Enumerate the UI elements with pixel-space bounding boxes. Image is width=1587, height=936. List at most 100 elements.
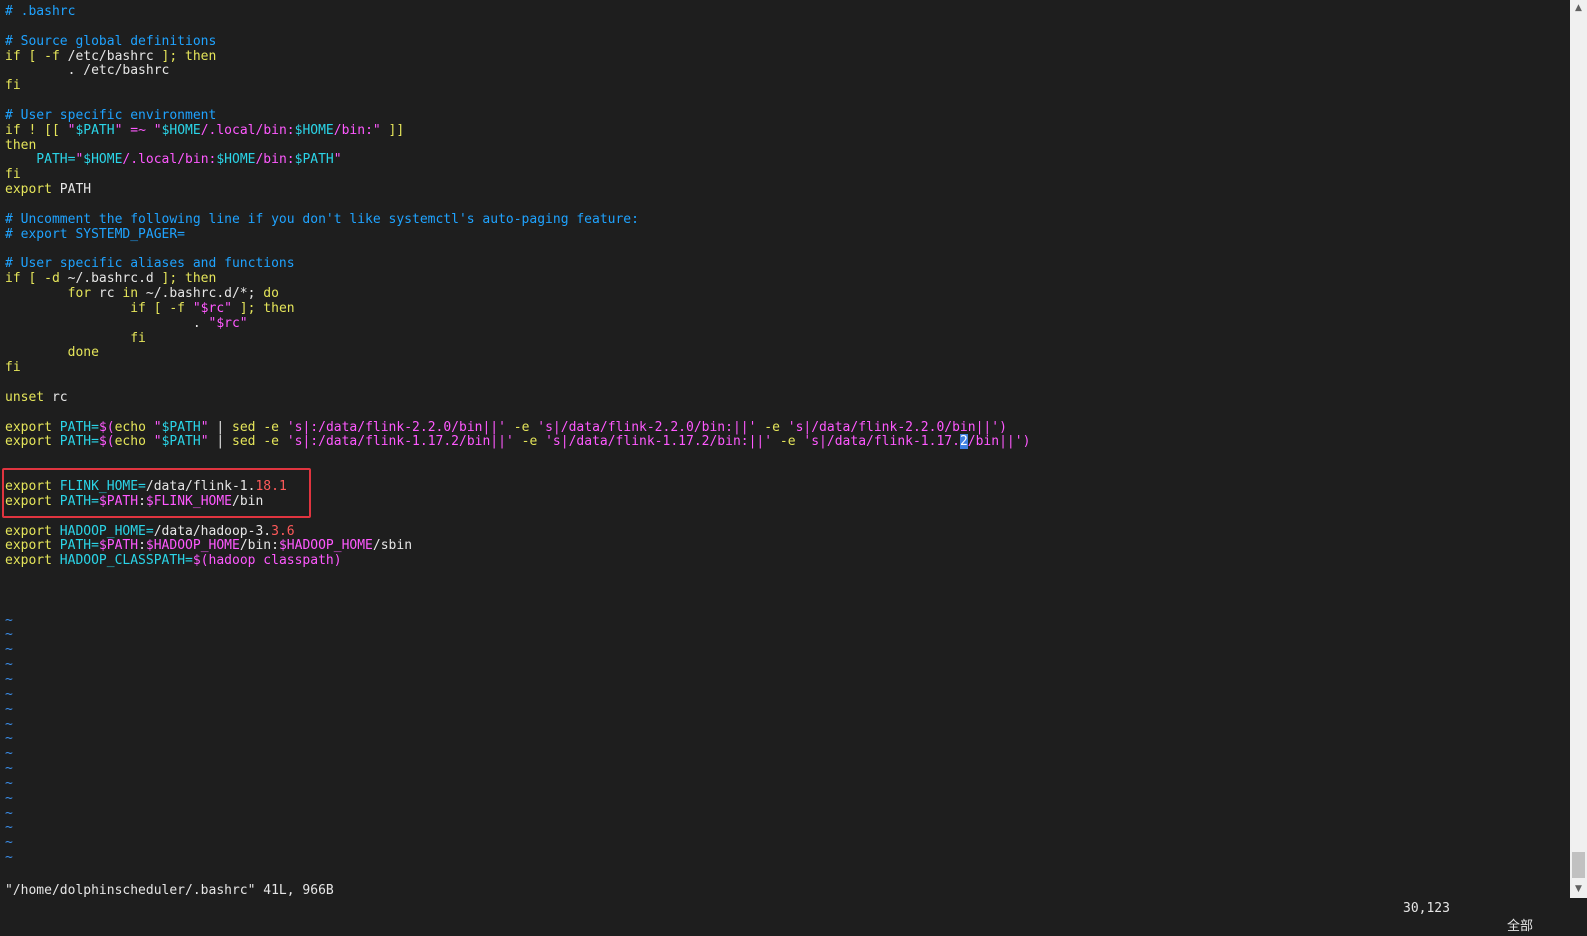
- code-line[interactable]: # Source global definitions: [0, 33, 1550, 50]
- code-line[interactable]: [0, 584, 1550, 599]
- code-line[interactable]: fi: [0, 331, 1550, 347]
- vertical-scrollbar[interactable]: ▲ ▼: [1570, 0, 1587, 898]
- code-token: echo: [114, 419, 154, 435]
- code-token: then: [5, 137, 37, 153]
- empty-line-tilde[interactable]: ~: [0, 642, 1550, 658]
- code-token: ~: [5, 805, 13, 821]
- empty-line-tilde[interactable]: ~: [0, 628, 1550, 643]
- code-line[interactable]: [0, 510, 1550, 525]
- code-token: ~: [5, 657, 13, 673]
- code-token: ": [333, 152, 342, 168]
- code-token: 18.1: [255, 479, 287, 494]
- code-line[interactable]: fi: [0, 360, 1550, 376]
- code-line[interactable]: [0, 465, 1550, 480]
- empty-line-tilde[interactable]: ~: [0, 761, 1550, 777]
- code-line[interactable]: export PATH=$PATH:$FLINK_HOME/bin: [0, 493, 1550, 510]
- code-token: fi: [5, 167, 21, 183]
- code-line[interactable]: # export SYSTEMD_PAGER=: [0, 226, 1550, 243]
- code-line[interactable]: export PATH=$PATH:$HADOOP_HOME/bin:$HADO…: [0, 538, 1550, 554]
- code-token: PATH=: [51, 493, 99, 509]
- code-line[interactable]: [0, 376, 1550, 391]
- code-line[interactable]: export PATH=$(echo "$PATH" | sed -e 's|:…: [0, 419, 1550, 436]
- code-line[interactable]: if [ -d ~/.bashrc.d ]; then: [0, 271, 1550, 287]
- empty-line-tilde[interactable]: ~: [0, 717, 1550, 733]
- code-token: export: [5, 493, 52, 509]
- code-token: # export SYSTEMD_PAGER=: [5, 226, 186, 242]
- empty-line-tilde[interactable]: ~: [0, 835, 1550, 851]
- code-token: ~: [5, 671, 13, 687]
- code-line[interactable]: if [ -f "$rc" ]; then: [0, 301, 1550, 317]
- empty-line-tilde[interactable]: ~: [0, 791, 1550, 807]
- scroll-down-arrow-icon[interactable]: ▼: [1570, 881, 1587, 898]
- code-line[interactable]: # .bashrc: [0, 4, 1550, 20]
- code-line[interactable]: if [ -f /etc/bashrc ]; then: [0, 49, 1550, 65]
- empty-line-tilde[interactable]: ~: [0, 805, 1550, 822]
- code-line[interactable]: [0, 198, 1550, 213]
- code-line[interactable]: [0, 20, 1550, 35]
- code-token: ~: [5, 642, 13, 658]
- code-token: ~/.bashrc.d/*;: [138, 286, 264, 302]
- code-token: /sbin: [372, 538, 413, 554]
- code-token: PATH=: [51, 434, 99, 450]
- code-line[interactable]: . "$rc": [0, 316, 1550, 332]
- code-line[interactable]: [0, 94, 1550, 109]
- code-line[interactable]: [0, 569, 1550, 584]
- vim-status-line: "/home/dolphinscheduler/.bashrc" 41L, 96…: [0, 864, 1550, 934]
- code-line[interactable]: then: [0, 137, 1550, 154]
- code-token: export: [5, 434, 52, 450]
- code-token: PATH: [51, 182, 92, 198]
- code-token: if ! [[: [5, 122, 68, 138]
- code-token: $PATH: [161, 419, 201, 435]
- code-line[interactable]: export PATH=$(echo "$PATH" | sed -e 's|:…: [0, 434, 1550, 450]
- code-line[interactable]: [0, 406, 1550, 421]
- code-line[interactable]: # Uncomment the following line if you do…: [0, 212, 1550, 228]
- code-token: " =~ ": [114, 122, 162, 138]
- code-line[interactable]: fi: [0, 167, 1550, 183]
- code-line[interactable]: # User specific environment: [0, 108, 1550, 124]
- empty-line-tilde[interactable]: ~: [0, 671, 1550, 688]
- empty-line-tilde[interactable]: ~: [0, 657, 1550, 673]
- code-line[interactable]: export HADOOP_HOME=/data/hadoop-3.3.6: [0, 524, 1550, 540]
- empty-line-tilde[interactable]: ~: [0, 687, 1550, 703]
- empty-line-tilde[interactable]: ~: [0, 820, 1550, 836]
- code-line[interactable]: export PATH: [0, 182, 1550, 198]
- code-line[interactable]: # User specific aliases and functions: [0, 256, 1550, 272]
- code-line[interactable]: [0, 243, 1550, 258]
- code-token: -e: [505, 419, 538, 435]
- code-line[interactable]: done: [0, 345, 1550, 361]
- code-line[interactable]: fi: [0, 78, 1550, 94]
- code-line[interactable]: for rc in ~/.bashrc.d/*; do: [0, 286, 1550, 302]
- empty-line-tilde[interactable]: ~: [0, 776, 1550, 792]
- code-token: 's|/data/flink-1.17.: [803, 434, 960, 450]
- code-token: -e: [772, 434, 804, 450]
- scroll-up-arrow-icon[interactable]: ▲: [1570, 0, 1587, 17]
- empty-line-tilde[interactable]: ~: [0, 731, 1550, 747]
- code-line[interactable]: if ! [[ "$PATH" =~ "$HOME/.local/bin:$HO…: [0, 122, 1550, 139]
- code-token: /bin: [232, 493, 264, 509]
- empty-line-tilde[interactable]: ~: [0, 702, 1550, 718]
- code-line[interactable]: unset rc: [0, 390, 1550, 406]
- code-token: $PATH: [294, 152, 334, 168]
- scrollbar-thumb[interactable]: [1572, 852, 1585, 878]
- code-line[interactable]: [0, 450, 1550, 465]
- empty-line-tilde[interactable]: ~: [0, 613, 1550, 629]
- code-line[interactable]: export FLINK_HOME=/data/flink-1.18.1: [0, 479, 1550, 495]
- code-token: $HOME: [216, 152, 256, 168]
- code-token: sed -e: [232, 419, 287, 435]
- code-token: $HOME: [161, 122, 201, 138]
- code-line[interactable]: PATH="$HOME/.local/bin:$HOME/bin:$PATH": [0, 153, 1550, 168]
- code-token: export: [5, 479, 52, 494]
- code-token: # User specific aliases and functions: [5, 256, 295, 272]
- code-token: ~: [5, 850, 13, 866]
- code-token: |: [208, 419, 233, 435]
- code-line[interactable]: . /etc/bashrc: [0, 63, 1550, 79]
- empty-line-tilde[interactable]: ~: [0, 746, 1550, 762]
- code-token: -e: [513, 434, 546, 450]
- code-line[interactable]: [0, 599, 1550, 614]
- code-token: # Source global definitions: [5, 33, 217, 49]
- vim-buffer[interactable]: # .bashrc # Source global definitions if …: [0, 4, 1550, 866]
- code-token: $(: [98, 434, 115, 450]
- code-token: $PATH: [161, 434, 201, 450]
- code-token: 's|/data/flink-1.17.2/bin:||': [545, 434, 773, 450]
- code-line[interactable]: export HADOOP_CLASSPATH=$(hadoop classpa…: [0, 553, 1550, 569]
